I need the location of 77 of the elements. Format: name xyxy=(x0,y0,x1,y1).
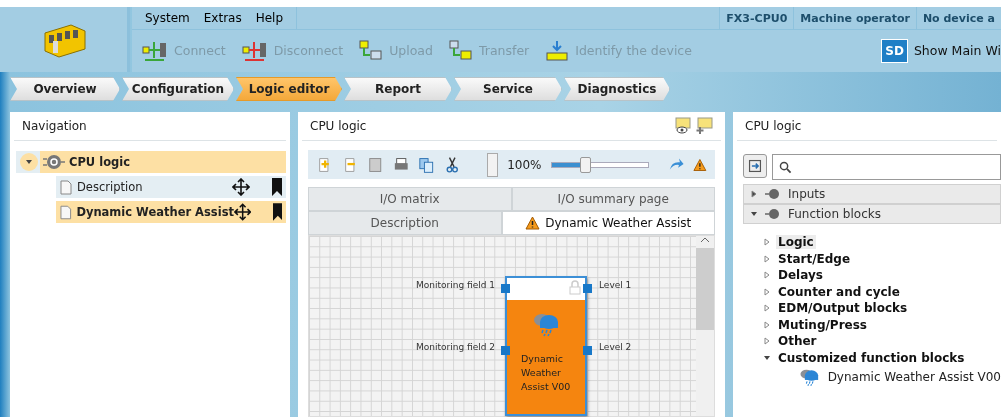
bookmark-icon[interactable] xyxy=(272,178,282,196)
sub-tab[interactable]: I/O summary page xyxy=(511,187,715,211)
transfer-icon xyxy=(448,39,473,62)
category-item[interactable]: Start/Edge xyxy=(776,251,853,266)
show-main-window-button[interactable]: SD Show Main Wi xyxy=(881,38,1001,63)
caret-icon[interactable] xyxy=(750,190,758,198)
input-label: Monitoring field 2 xyxy=(416,342,495,352)
menu-item[interactable]: System xyxy=(138,7,197,29)
copy-icon[interactable] xyxy=(418,155,435,174)
scrollbar-thumb[interactable] xyxy=(696,248,714,330)
tab[interactable]: Overview xyxy=(10,77,120,101)
zoom-reading: 100% xyxy=(507,157,542,172)
input-label: Monitoring field 1 xyxy=(416,280,495,290)
search-icon[interactable] xyxy=(779,160,792,174)
status-label: Machine operator xyxy=(793,7,916,29)
output-label: Level 1 xyxy=(599,280,632,290)
add-note-icon[interactable] xyxy=(695,117,713,135)
move-icon[interactable] xyxy=(234,203,252,221)
category-item[interactable]: EDM/Output blocks xyxy=(776,301,910,316)
tab[interactable]: Diagnostics xyxy=(564,77,670,101)
status-label: No device a xyxy=(915,7,1001,29)
menu-item[interactable]: Extras xyxy=(196,7,249,29)
category-item[interactable]: Counter and cycle xyxy=(776,284,902,299)
dropdown[interactable] xyxy=(487,152,499,177)
tree-item[interactable]: Description xyxy=(56,176,286,198)
warning-icon xyxy=(693,157,707,172)
logic-block-icon xyxy=(42,154,66,170)
document-icon xyxy=(60,179,72,195)
input-pin[interactable] xyxy=(501,346,510,355)
category-item[interactable]: Customized function blocks xyxy=(776,350,967,365)
page-layout-icon[interactable] xyxy=(367,155,384,174)
expand-toggle[interactable] xyxy=(20,153,38,171)
search-field[interactable] xyxy=(772,154,1001,180)
panel-title: Navigation xyxy=(22,119,87,133)
scroll-up-icon[interactable] xyxy=(700,236,710,244)
input-icon xyxy=(764,188,782,200)
panel-title: CPU logic xyxy=(745,119,802,133)
function-block-icon xyxy=(764,208,782,220)
section-header[interactable]: Inputs xyxy=(743,184,1001,204)
function-block[interactable]: Dynamic Weather Assist V00 xyxy=(505,276,587,416)
tab[interactable]: Configuration xyxy=(122,77,234,101)
tree-item[interactable]: Dynamic Weather Assist xyxy=(56,201,286,223)
tab[interactable]: Service xyxy=(454,77,562,101)
category-item[interactable]: Logic xyxy=(776,235,816,250)
panel-title: CPU logic xyxy=(310,119,367,133)
category-item[interactable]: Delays xyxy=(776,268,825,283)
status-label: FX3-CPU0 xyxy=(719,7,794,29)
identify-device-icon xyxy=(545,39,570,62)
category-item[interactable]: Other xyxy=(776,334,819,349)
tab[interactable]: Logic editor xyxy=(236,77,342,101)
caret-icon[interactable] xyxy=(750,210,758,218)
plug-connect-icon xyxy=(142,39,168,62)
collapse-icon[interactable] xyxy=(748,159,762,173)
plug-disconnect-icon xyxy=(241,39,268,62)
sd-logo: SD xyxy=(881,38,908,63)
sub-tab[interactable]: Dynamic Weather Assist xyxy=(501,211,715,235)
menu-item[interactable]: Help xyxy=(248,7,291,29)
collapse-button[interactable] xyxy=(743,154,767,178)
block-title: Dynamic Weather Assist V00 xyxy=(520,352,572,394)
tab[interactable]: Report xyxy=(344,77,452,101)
zoom-slider[interactable] xyxy=(550,155,650,174)
document-icon xyxy=(60,204,72,220)
slider-thumb[interactable] xyxy=(580,156,592,173)
output-label: Level 2 xyxy=(599,342,632,352)
move-icon[interactable] xyxy=(232,178,250,196)
bookmark-icon[interactable] xyxy=(272,203,283,221)
library-item[interactable]: Dynamic Weather Assist V00 xyxy=(827,370,1001,384)
show-notes-icon[interactable] xyxy=(674,117,692,135)
upload-icon xyxy=(359,39,384,62)
category-item[interactable]: Muting/Press xyxy=(776,317,869,332)
warning-icon xyxy=(525,216,541,230)
sub-tab[interactable]: Description xyxy=(308,211,502,235)
tree-item[interactable]: CPU logic xyxy=(40,151,286,173)
input-pin[interactable] xyxy=(501,284,510,293)
caret-icon[interactable] xyxy=(25,158,33,166)
section-header[interactable]: Function blocks xyxy=(743,204,1001,224)
sub-tab[interactable]: I/O matrix xyxy=(308,187,512,211)
